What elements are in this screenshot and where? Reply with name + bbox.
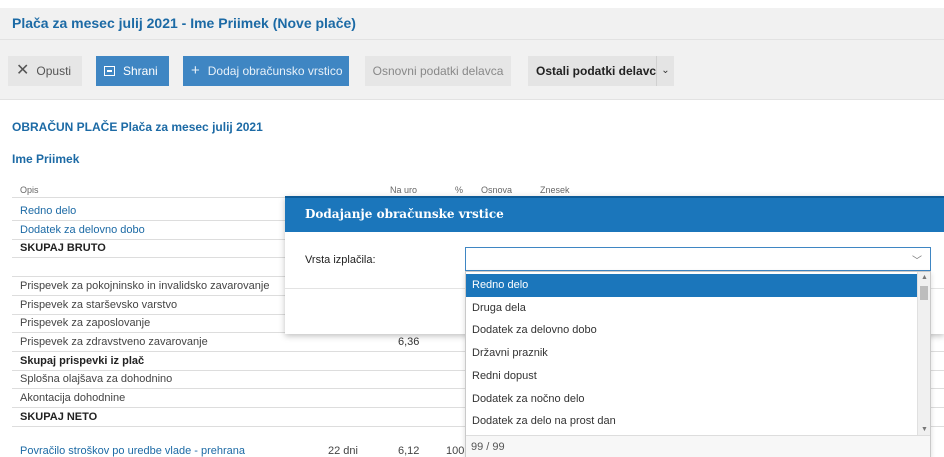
dropdown-option[interactable]: Dodatek za delovno dobo xyxy=(466,319,918,342)
basic-label: Osnovni podatki delavca xyxy=(372,64,504,78)
row-label: Prispevek za zaposlovanje xyxy=(20,317,151,330)
dropdown-option[interactable]: Druga dela xyxy=(466,297,918,320)
table-row[interactable]: Povračilo stroškov po uredbe vlade - pre… xyxy=(12,443,472,457)
column-header-amount: Znesek xyxy=(540,185,570,195)
row-quantity: 22 dni xyxy=(328,445,358,457)
chevron-down-icon: ﹀ xyxy=(912,256,922,267)
chevron-down-icon: ⌄ xyxy=(661,65,670,76)
plus-icon: + xyxy=(191,62,200,79)
other-data-dropdown-toggle[interactable]: ⌄ xyxy=(656,56,674,86)
row-label: Povračilo stroškov po uredbe vlade - pre… xyxy=(20,445,246,457)
cancel-button[interactable]: ✕ Opusti xyxy=(8,56,82,86)
row-rate: 6,12 xyxy=(398,445,420,457)
scroll-up-icon[interactable]: ▲ xyxy=(921,274,928,281)
scroll-down-icon[interactable]: ▼ xyxy=(921,426,928,433)
dialog-title: Dodajanje obračunske vrstice xyxy=(305,207,504,221)
column-header-description: Opis xyxy=(20,185,39,195)
payment-type-select[interactable]: ﹀ xyxy=(465,247,931,271)
calculation-heading: OBRAČUN PLAČE Plača za mesec julij 2021 xyxy=(12,120,263,134)
employee-name: Ime Priimek xyxy=(12,152,80,166)
dropdown-option[interactable]: Državni praznik xyxy=(466,342,918,365)
dropdown-count: 99 / 99 xyxy=(466,435,930,457)
toolbar: ✕ Opusti Shrani + Dodaj obračunsko vrsti… xyxy=(0,40,944,100)
row-label: SKUPAJ NETO xyxy=(20,410,98,423)
top-spacer xyxy=(0,0,944,8)
dropdown-option[interactable]: Redno delo xyxy=(466,274,918,297)
dropdown-option[interactable]: Redni dopust xyxy=(466,365,918,388)
dropdown-option[interactable]: Dodatek za delo na prost dan xyxy=(466,410,918,433)
row-label: Prispevek za starševsko varstvo xyxy=(20,298,178,311)
add-label: Dodaj obračunsko vrstico xyxy=(207,64,343,78)
row-label: Splošna olajšava za dohodnino xyxy=(20,373,173,386)
column-header-per-hour: Na uro xyxy=(390,185,418,195)
row-value-2: 6,36 xyxy=(398,335,420,348)
title-bar: Plača za mesec julij 2021 - Ime Priimek … xyxy=(0,8,944,40)
scrollbar-thumb[interactable] xyxy=(920,286,928,300)
other-label: Ostali podatki delavca xyxy=(536,64,663,78)
column-header-base: Osnova xyxy=(481,185,513,195)
page-title: Plača za mesec julij 2021 - Ime Priimek … xyxy=(12,15,356,31)
column-header-percent: % xyxy=(455,185,464,195)
row-label: Skupaj prispevki iz plač xyxy=(20,354,145,367)
payroll-page: Plača za mesec julij 2021 - Ime Priimek … xyxy=(0,0,944,457)
cancel-label: Opusti xyxy=(36,64,72,78)
add-calculation-line-button[interactable]: + Dodaj obračunsko vrstico xyxy=(183,56,349,86)
row-label: Dodatek za delovno dobo xyxy=(20,223,145,236)
row-percent: 100 xyxy=(446,445,465,457)
save-icon xyxy=(104,66,115,76)
save-label: Shrani xyxy=(123,64,158,78)
other-employee-data-button[interactable]: Ostali podatki delavca xyxy=(528,56,663,86)
dropdown-option[interactable]: Dodatek za nočno delo xyxy=(466,388,918,411)
row-label: Redno delo xyxy=(20,205,77,217)
basic-employee-data-button[interactable]: Osnovni podatki delavca xyxy=(365,56,511,86)
row-label: Prispevek za zdravstveno zavarovanje xyxy=(20,335,208,348)
payment-type-label: Vrsta izplačila: xyxy=(305,254,376,266)
close-icon: ✕ xyxy=(16,62,30,79)
row-label: SKUPAJ BRUTO xyxy=(20,242,106,255)
row-label: Prispevek za pokojninsko in invalidsko z… xyxy=(20,279,270,292)
row-label: Akontacija dohodnine xyxy=(20,392,126,404)
save-button[interactable]: Shrani xyxy=(96,56,169,86)
dropdown-scrollbar[interactable]: ▲ ▼ xyxy=(917,272,930,435)
payment-type-dropdown[interactable]: Redno delo Druga dela Dodatek za delovno d… xyxy=(465,271,931,457)
dialog-header: Dodajanje obračunske vrstice xyxy=(285,196,944,232)
